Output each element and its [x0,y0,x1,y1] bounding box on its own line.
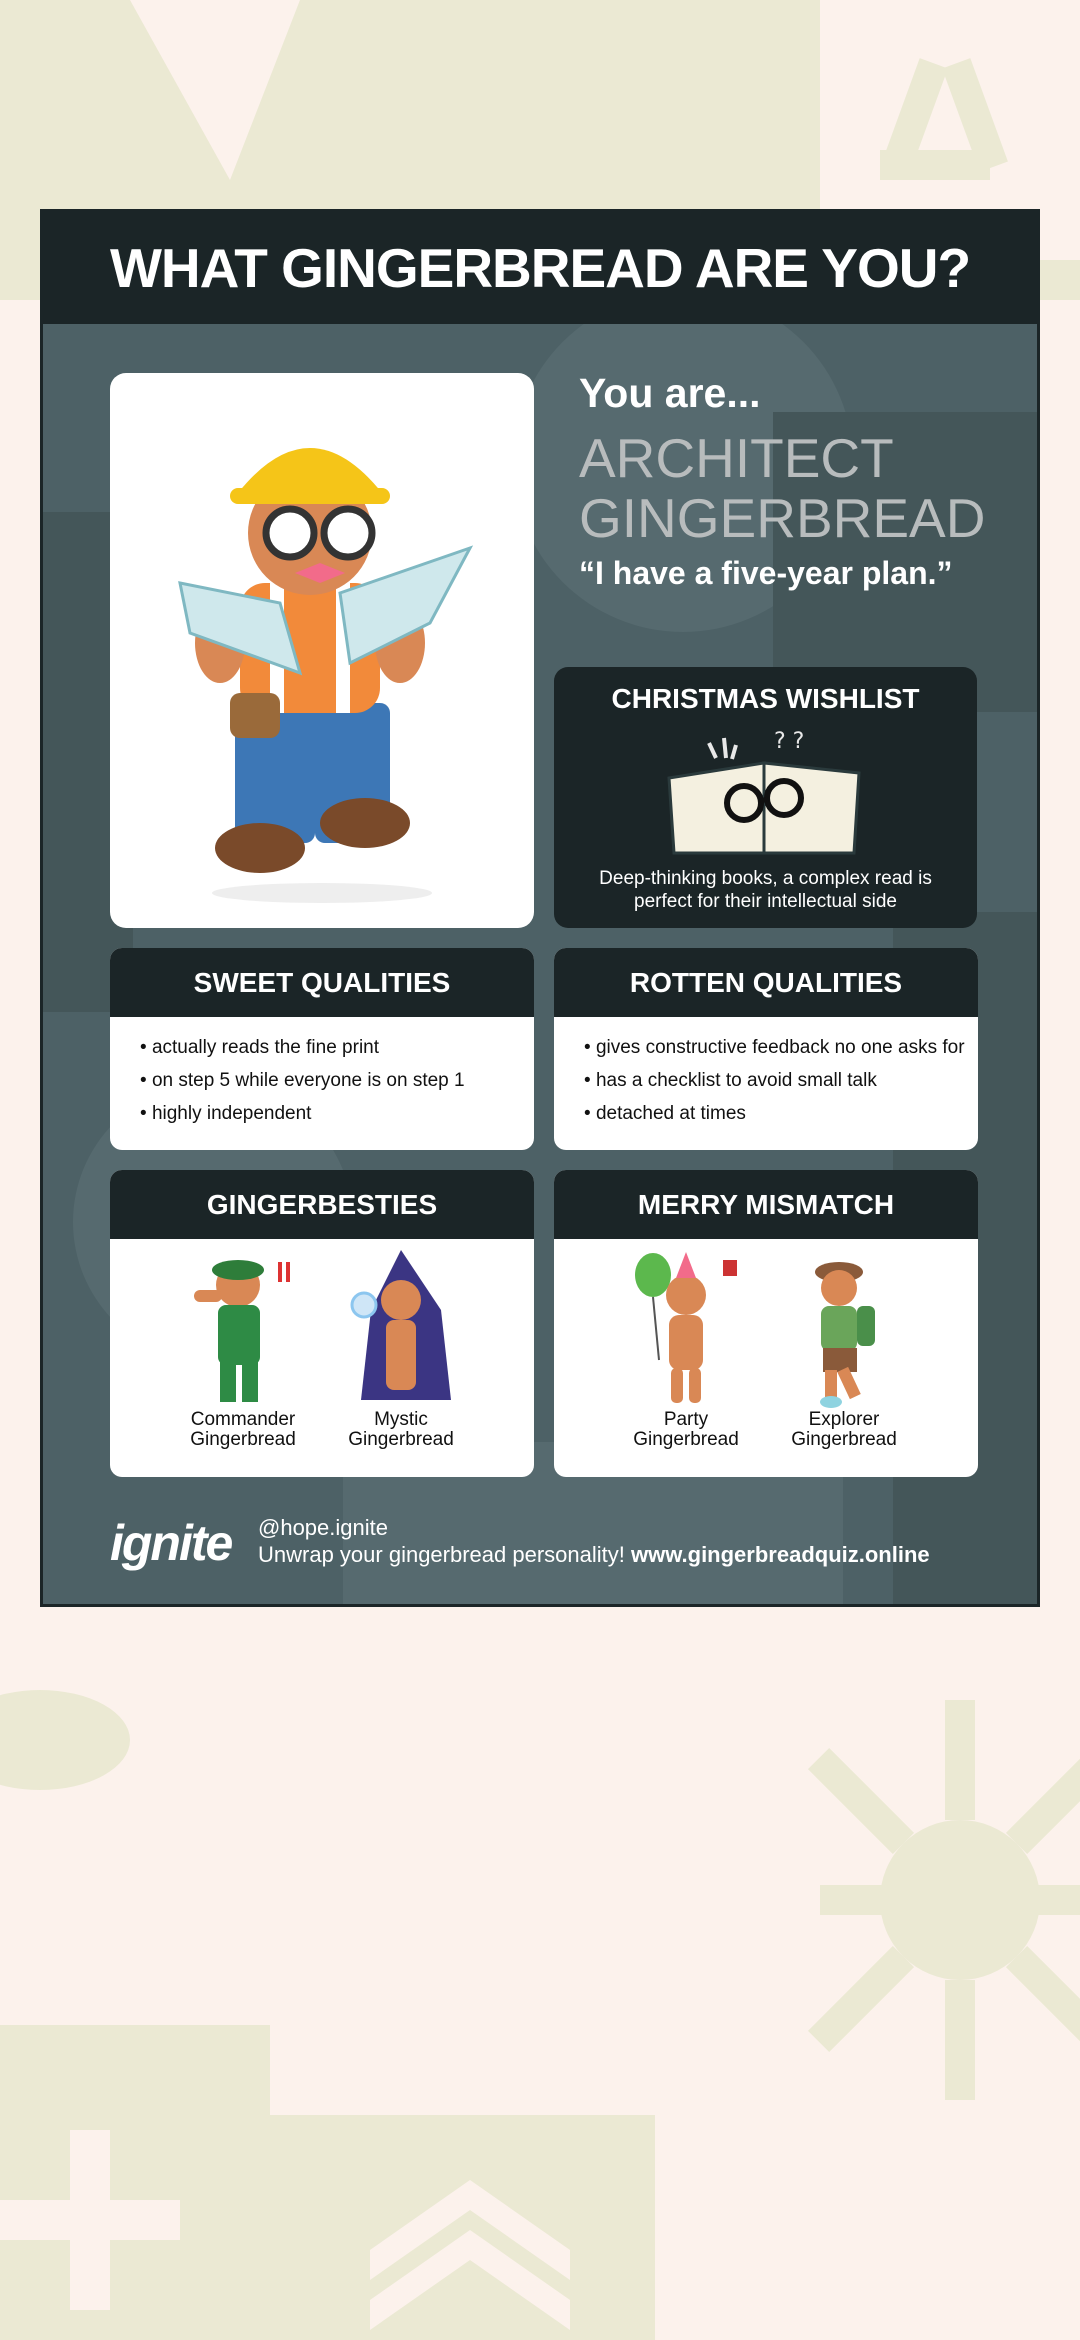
gingerbesties-panel: GINGERBESTIES Commander Gingerbread Myst… [110,1170,534,1477]
list-item: actually reads the fine print [140,1031,534,1064]
mystic-gingerbread: Mystic Gingerbread [326,1250,476,1450]
book-glasses-icon: ? ? [667,729,861,855]
character-name-line1: Party [663,1409,709,1430]
explorer-gingerbread: Explorer Gingerbread [769,1250,919,1450]
website-link[interactable]: www.gingerbreadquiz.online [631,1542,930,1567]
character-name-line2: Gingerbread [791,1429,897,1450]
result-intro: You are... [579,370,761,416]
commander-gingerbread: Commander Gingerbread [168,1250,318,1450]
christmas-wishlist-card: CHRISTMAS WISHLIST ? ? Deep-thinking boo… [554,667,977,928]
result-name: ARCHITECT GINGERBREAD [579,428,1019,548]
character-name-line2: Gingerbread [633,1429,739,1450]
character-name-line1: Commander [190,1409,296,1430]
rotten-qualities-list: gives constructive feedback no one asks … [554,1017,978,1130]
result-name-line2: GINGERBREAD [579,487,986,549]
title-bar: WHAT GINGERBREAD ARE YOU? [43,212,1037,324]
party-gingerbread: Party Gingerbread [611,1250,761,1450]
tagline-text: Unwrap your gingerbread personality! [258,1542,625,1567]
mystic-gingerbread-icon [350,1250,451,1400]
wishlist-title: CHRISTMAS WISHLIST [611,683,920,714]
result-quote: “I have a five-year plan.” [579,555,953,591]
character-name-line2: Gingerbread [190,1429,296,1450]
page-title: WHAT GINGERBREAD ARE YOU? [109,237,971,299]
character-name-line2: Gingerbread [348,1429,454,1450]
quiz-result-poster: WHAT GINGERBREAD ARE YOU? You are... ARC… [40,209,1040,1607]
list-item: detached at times [584,1097,978,1130]
party-gingerbread-icon [635,1252,737,1403]
sweet-qualities-title: SWEET QUALITIES [110,948,534,1017]
sweet-qualities-panel: SWEET QUALITIES actually reads the fine … [110,948,534,1150]
rotten-qualities-panel: ROTTEN QUALITIES gives constructive feed… [554,948,978,1150]
social-handle: @hope.ignite [258,1515,388,1540]
character-name-line1: Mystic [374,1409,428,1430]
ignite-logo: ignite [110,1515,233,1571]
architect-illustration-card [110,373,534,928]
list-item: gives constructive feedback no one asks … [584,1031,978,1064]
list-item: on step 5 while everyone is on step 1 [140,1064,534,1097]
architect-gingerbread-illustration [178,448,474,903]
list-item: highly independent [140,1097,534,1130]
merry-mismatch-title: MERRY MISMATCH [554,1170,978,1239]
list-item: has a checklist to avoid small talk [584,1064,978,1097]
gingerbesties-title: GINGERBESTIES [110,1170,534,1239]
commander-gingerbread-icon [194,1260,290,1402]
result-name-line1: ARCHITECT [579,427,894,489]
wishlist-text: Deep-thinking books, a complex read is p… [599,868,932,912]
sweet-qualities-list: actually reads the fine print on step 5 … [110,1017,534,1130]
footer-tagline: Unwrap your gingerbread personality! www… [258,1542,930,1568]
explorer-gingerbread-icon [815,1262,875,1408]
merry-mismatch-panel: MERRY MISMATCH Party Gingerbread Explore… [554,1170,978,1477]
rotten-qualities-title: ROTTEN QUALITIES [554,948,978,1017]
svg-text:? ?: ? ? [774,729,804,754]
character-name-line1: Explorer [808,1409,880,1430]
